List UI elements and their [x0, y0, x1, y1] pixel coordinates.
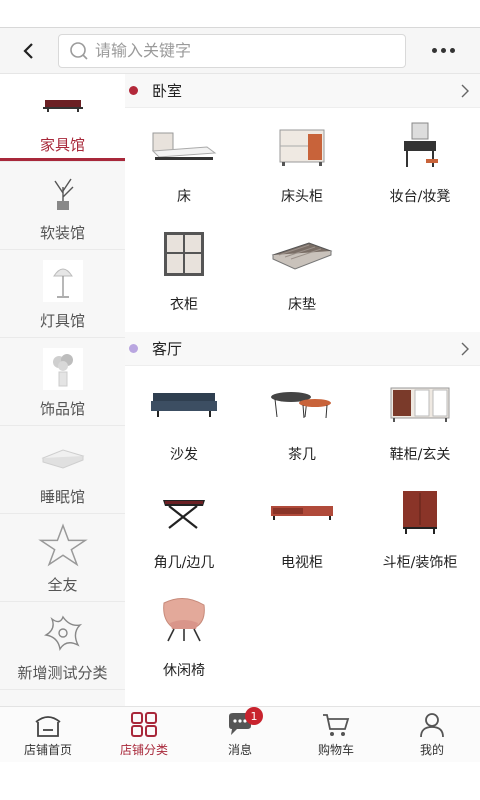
category-item-label: 床 [177, 189, 191, 205]
sidebar-item-label: 软装馆 [39, 224, 85, 242]
sidebar-item-label: 家具馆 [39, 136, 85, 154]
chevron-right-icon [450, 342, 480, 356]
soft-decor-icon [37, 172, 89, 214]
lamp-icon [37, 260, 89, 302]
cart-icon [321, 711, 351, 739]
chevron-left-icon [23, 42, 33, 59]
chest-icon [380, 484, 460, 540]
bottom-safe-area [0, 762, 480, 800]
tab-store-category[interactable]: 店铺分类 [96, 707, 192, 762]
category-item[interactable]: 斗柜/装饰柜 [361, 474, 479, 582]
sidebar-item-furniture[interactable]: 家具馆 [0, 74, 125, 162]
sidebar-item-label: 睡眠馆 [39, 488, 85, 506]
sidebar-item-ornament[interactable]: 饰品馆 [0, 338, 125, 426]
category-item[interactable]: 鞋柜/玄关 [361, 366, 479, 474]
category-item[interactable]: 衣柜 [125, 216, 243, 324]
unread-badge: 1 [245, 707, 263, 725]
more-menu-button[interactable] [406, 48, 480, 53]
category-item[interactable]: 床 [125, 108, 243, 216]
sidebar-item-label: 饰品馆 [39, 400, 85, 418]
sidebar-item-quanyou[interactable]: 全友 [0, 514, 125, 602]
category-item[interactable]: 茶几 [243, 366, 361, 474]
coffee-table-icon [262, 376, 342, 432]
category-item-label: 床垫 [288, 297, 316, 313]
sidebar-item-label: 全友 [47, 576, 78, 594]
search-icon [70, 41, 88, 60]
dresser-icon [380, 118, 460, 174]
section-dot [129, 344, 138, 353]
tab-store-home[interactable]: 店铺首页 [0, 707, 96, 762]
category-item[interactable]: 妆台/妆凳 [361, 108, 479, 216]
status-bar [0, 0, 480, 28]
product-grid-living-room: 沙发 茶几 鞋柜/玄关 角几/边几 电视柜 斗柜/装饰柜 休闲椅 [125, 366, 480, 690]
tab-label: 消息 [227, 743, 252, 757]
sidebar-item-soft-decor[interactable]: 软装馆 [0, 162, 125, 250]
more-dot-icon [431, 48, 437, 53]
category-content: 卧室 床 床头柜 妆台/妆凳 衣柜 床垫 客厅 沙发 茶几 鞋柜/玄关 角几/边… [125, 74, 480, 706]
star-icon [37, 523, 89, 567]
back-button[interactable] [0, 28, 58, 74]
sidebar-item-lamp[interactable]: 灯具馆 [0, 250, 125, 338]
category-item[interactable]: 床垫 [243, 216, 361, 324]
section-title: 卧室 [152, 82, 183, 100]
store-home-icon [34, 711, 62, 739]
category-item-label: 角几/边几 [153, 555, 215, 571]
test-category-icon [37, 612, 89, 654]
wardrobe-icon [144, 226, 224, 282]
sofa-icon [144, 376, 224, 432]
more-dot-icon [449, 48, 455, 53]
category-item[interactable]: 电视柜 [243, 474, 361, 582]
tab-label: 购物车 [317, 743, 354, 757]
chevron-right-icon [450, 84, 480, 98]
tv-cabinet-icon [262, 484, 342, 540]
sidebar-item-label: 新增测试分类 [17, 664, 108, 682]
category-grid-icon [129, 711, 159, 739]
furniture-icon [37, 84, 89, 126]
category-item[interactable]: 休闲椅 [125, 582, 243, 690]
category-item-label: 床头柜 [281, 189, 323, 205]
tab-messages[interactable]: 1 消息 [192, 707, 288, 762]
section-dot [129, 86, 138, 95]
category-item[interactable]: 沙发 [125, 366, 243, 474]
category-sidebar: 家具馆 软装馆 灯具馆 饰品馆 睡眠馆 全友 新增测试分类 [0, 74, 125, 706]
lounge-chair-icon [144, 592, 224, 648]
category-item-label: 衣柜 [170, 297, 198, 313]
search-input[interactable] [95, 41, 385, 60]
ornament-icon [37, 348, 89, 390]
bed-icon [144, 118, 224, 174]
tab-label: 店铺分类 [119, 743, 168, 757]
header-bar [0, 28, 480, 74]
more-dot-icon [440, 48, 446, 53]
sidebar-item-test-category[interactable]: 新增测试分类 [0, 602, 125, 690]
category-item-label: 妆台/妆凳 [389, 189, 451, 205]
section-header-bedroom[interactable]: 卧室 [125, 74, 480, 108]
tab-mine[interactable]: 我的 [384, 707, 480, 762]
category-item-label: 沙发 [170, 447, 198, 463]
tab-cart[interactable]: 购物车 [288, 707, 384, 762]
user-icon [418, 711, 446, 739]
mattress-icon [262, 226, 342, 282]
category-item[interactable]: 角几/边几 [125, 474, 243, 582]
section-title: 客厅 [152, 340, 183, 358]
category-item-label: 斗柜/装饰柜 [382, 555, 458, 571]
sleep-icon [37, 436, 89, 478]
tab-label: 我的 [419, 743, 444, 757]
search-box[interactable] [58, 33, 406, 68]
tab-label: 店铺首页 [23, 743, 72, 757]
category-item-label: 鞋柜/玄关 [389, 447, 451, 463]
product-grid-bedroom: 床 床头柜 妆台/妆凳 衣柜 床垫 [125, 108, 480, 324]
nightstand-icon [262, 118, 342, 174]
bottom-tab-bar: 店铺首页 店铺分类 1 消息 购物车 我的 [0, 706, 480, 762]
category-item-label: 电视柜 [281, 555, 323, 571]
category-item-label: 茶几 [288, 447, 316, 463]
category-item[interactable]: 床头柜 [243, 108, 361, 216]
sidebar-item-sleep[interactable]: 睡眠馆 [0, 426, 125, 514]
shoe-cabinet-icon [380, 376, 460, 432]
sidebar-item-label: 灯具馆 [39, 312, 85, 330]
side-table-icon [144, 484, 224, 540]
section-header-living-room[interactable]: 客厅 [125, 332, 480, 366]
category-item-label: 休闲椅 [163, 663, 205, 679]
